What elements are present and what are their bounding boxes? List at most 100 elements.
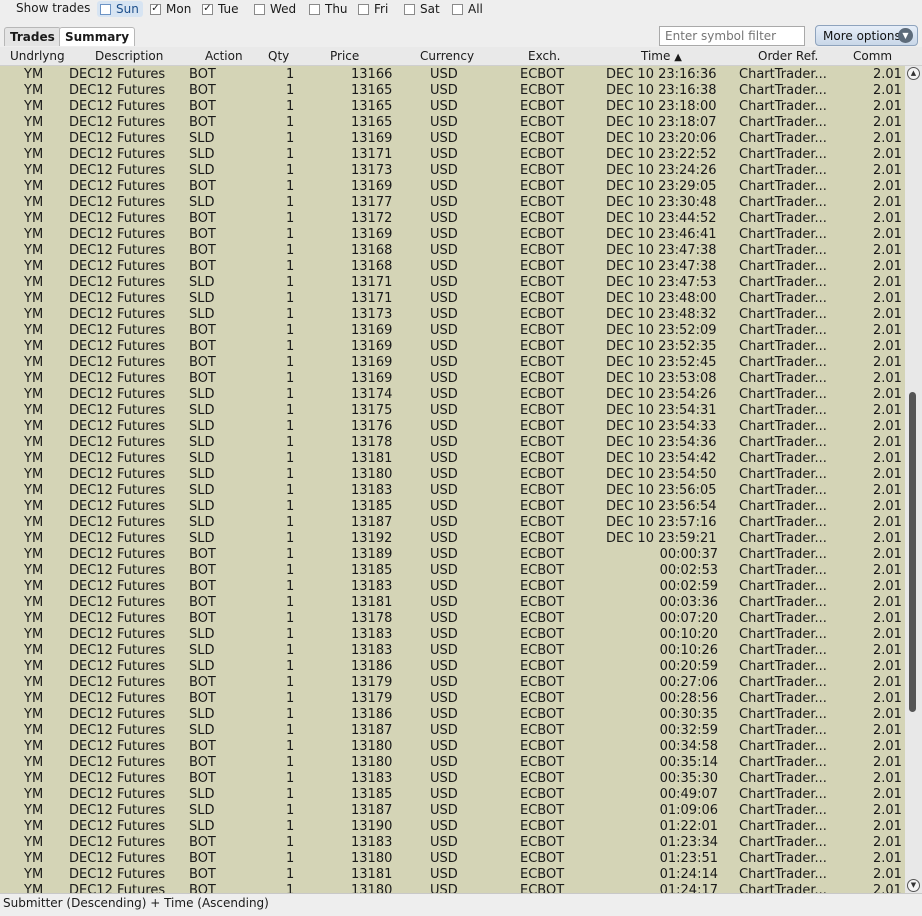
day-filter-mon[interactable]: ✓ Mon xyxy=(150,1,191,17)
column-header-comm[interactable]: Comm xyxy=(853,49,892,63)
day-checkbox-sat[interactable] xyxy=(404,3,415,15)
table-row[interactable]: YM DEC12 Futures BOT 1 13168 USD ECBOT DEC 10 2… xyxy=(0,258,905,274)
day-checkbox-sun[interactable] xyxy=(100,3,111,15)
cell-order-ref: ChartTrader... xyxy=(739,291,827,306)
table-row[interactable]: YM DEC12 Futures BOT 1 13179 USD ECBOT 00:27:06… xyxy=(0,674,905,690)
day-checkbox-mon[interactable]: ✓ xyxy=(150,3,161,15)
table-row[interactable]: YM DEC12 Futures BOT 1 13189 USD ECBOT 00:00:37… xyxy=(0,546,905,562)
table-row[interactable]: YM DEC12 Futures SLD 1 13174 USD ECBOT DEC 10 2… xyxy=(0,386,905,402)
day-filter-fri[interactable]: Fri xyxy=(358,1,388,17)
cell-time: DEC 10 23:52:35 xyxy=(606,339,717,354)
day-filter-all[interactable]: All xyxy=(452,1,483,17)
table-row[interactable]: YM DEC12 Futures BOT 1 13179 USD ECBOT 00:28:56… xyxy=(0,690,905,706)
table-row[interactable]: YM DEC12 Futures BOT 1 13180 USD ECBOT 01:24:17… xyxy=(0,882,905,893)
cell-comm: 2.01 xyxy=(873,611,902,626)
table-row[interactable]: YM DEC12 Futures BOT 1 13172 USD ECBOT DEC 10 2… xyxy=(0,210,905,226)
table-row[interactable]: YM DEC12 Futures SLD 1 13169 USD ECBOT DEC 10 2… xyxy=(0,130,905,146)
table-row[interactable]: YM DEC12 Futures SLD 1 13177 USD ECBOT DEC 10 2… xyxy=(0,194,905,210)
table-row[interactable]: YM DEC12 Futures SLD 1 13176 USD ECBOT DEC 10 2… xyxy=(0,418,905,434)
table-row[interactable]: YM DEC12 Futures SLD 1 13178 USD ECBOT DEC 10 2… xyxy=(0,434,905,450)
day-checkbox-tue[interactable]: ✓ xyxy=(202,3,213,15)
table-row[interactable]: YM DEC12 Futures SLD 1 13171 USD ECBOT DEC 10 2… xyxy=(0,290,905,306)
table-row[interactable]: YM DEC12 Futures SLD 1 13187 USD ECBOT DEC 10 2… xyxy=(0,514,905,530)
table-row[interactable]: YM DEC12 Futures SLD 1 13181 USD ECBOT DEC 10 2… xyxy=(0,450,905,466)
table-row[interactable]: YM DEC12 Futures SLD 1 13171 USD ECBOT DEC 10 2… xyxy=(0,274,905,290)
day-checkbox-fri[interactable] xyxy=(358,3,369,15)
cell-undrlyng: YM xyxy=(24,707,44,722)
table-row[interactable]: YM DEC12 Futures BOT 1 13183 USD ECBOT 00:02:59… xyxy=(0,578,905,594)
day-filter-thu[interactable]: Thu xyxy=(309,1,348,17)
day-filter-sat[interactable]: Sat xyxy=(404,1,440,17)
tab-trades[interactable]: Trades xyxy=(4,27,61,46)
cell-order-ref: ChartTrader... xyxy=(739,675,827,690)
column-header-exch[interactable]: Exch. xyxy=(528,49,561,63)
column-header-qty[interactable]: Qty xyxy=(268,49,289,63)
table-row[interactable]: YM DEC12 Futures SLD 1 13190 USD ECBOT 01:22:01… xyxy=(0,818,905,834)
cell-order-ref: ChartTrader... xyxy=(739,483,827,498)
day-checkbox-wed[interactable] xyxy=(254,3,265,15)
table-row[interactable]: YM DEC12 Futures SLD 1 13183 USD ECBOT 00:10:26… xyxy=(0,642,905,658)
day-checkbox-all[interactable] xyxy=(452,3,463,15)
table-row[interactable]: YM DEC12 Futures SLD 1 13183 USD ECBOT 00:10:20… xyxy=(0,626,905,642)
tab-summary[interactable]: Summary xyxy=(59,27,136,46)
scroll-down-icon[interactable]: ▼ xyxy=(907,879,920,892)
cell-undrlyng: YM xyxy=(24,115,44,130)
cell-description: DEC12 Futures xyxy=(69,403,166,418)
table-row[interactable]: YM DEC12 Futures SLD 1 13175 USD ECBOT DEC 10 2… xyxy=(0,402,905,418)
symbol-filter-input[interactable] xyxy=(659,26,805,46)
table-row[interactable]: YM DEC12 Futures BOT 1 13180 USD ECBOT 00:35:14… xyxy=(0,754,905,770)
column-header-time[interactable]: Time ▲ xyxy=(641,49,682,63)
more-options-button[interactable]: More options ▼ xyxy=(815,25,918,46)
table-row[interactable]: YM DEC12 Futures SLD 1 13180 USD ECBOT DEC 10 2… xyxy=(0,466,905,482)
table-row[interactable]: YM DEC12 Futures SLD 1 13173 USD ECBOT DEC 10 2… xyxy=(0,306,905,322)
day-checkbox-thu[interactable] xyxy=(309,3,320,15)
table-row[interactable]: YM DEC12 Futures BOT 1 13180 USD ECBOT 00:34:58… xyxy=(0,738,905,754)
table-row[interactable]: YM DEC12 Futures BOT 1 13166 USD ECBOT DEC 10 2… xyxy=(0,66,905,82)
table-row[interactable]: YM DEC12 Futures BOT 1 13168 USD ECBOT DEC 10 2… xyxy=(0,242,905,258)
table-row[interactable]: YM DEC12 Futures SLD 1 13185 USD ECBOT 00:49:07… xyxy=(0,786,905,802)
table-row[interactable]: YM DEC12 Futures SLD 1 13187 USD ECBOT 01:09:06… xyxy=(0,802,905,818)
table-row[interactable]: YM DEC12 Futures BOT 1 13181 USD ECBOT 00:03:36… xyxy=(0,594,905,610)
table-row[interactable]: YM DEC12 Futures BOT 1 13169 USD ECBOT DEC 10 2… xyxy=(0,338,905,354)
cell-undrlyng: YM xyxy=(24,659,44,674)
table-row[interactable]: YM DEC12 Futures SLD 1 13186 USD ECBOT 00:30:35… xyxy=(0,706,905,722)
column-header-action[interactable]: Action xyxy=(205,49,243,63)
table-row[interactable]: YM DEC12 Futures SLD 1 13173 USD ECBOT DEC 10 2… xyxy=(0,162,905,178)
table-row[interactable]: YM DEC12 Futures BOT 1 13185 USD ECBOT 00:02:53… xyxy=(0,562,905,578)
column-header-description[interactable]: Description xyxy=(95,49,163,63)
table-row[interactable]: YM DEC12 Futures SLD 1 13171 USD ECBOT DEC 10 2… xyxy=(0,146,905,162)
table-row[interactable]: YM DEC12 Futures BOT 1 13181 USD ECBOT 01:24:14… xyxy=(0,866,905,882)
table-row[interactable]: YM DEC12 Futures BOT 1 13165 USD ECBOT DEC 10 2… xyxy=(0,82,905,98)
cell-qty: 1 xyxy=(286,99,295,114)
day-filter-sun[interactable]: Sun xyxy=(97,1,143,17)
table-row[interactable]: YM DEC12 Futures BOT 1 13169 USD ECBOT DEC 10 2… xyxy=(0,354,905,370)
table-row[interactable]: YM DEC12 Futures BOT 1 13169 USD ECBOT DEC 10 2… xyxy=(0,226,905,242)
cell-action: BOT xyxy=(189,115,216,130)
cell-undrlyng: YM xyxy=(24,83,44,98)
column-header-currency[interactable]: Currency xyxy=(420,49,474,63)
table-row[interactable]: YM DEC12 Futures SLD 1 13185 USD ECBOT DEC 10 2… xyxy=(0,498,905,514)
scrollbar-thumb[interactable] xyxy=(909,392,916,712)
cell-qty: 1 xyxy=(286,275,295,290)
table-row[interactable]: YM DEC12 Futures BOT 1 13165 USD ECBOT DEC 10 2… xyxy=(0,114,905,130)
scroll-up-icon[interactable]: ▲ xyxy=(907,67,920,80)
column-header-price[interactable]: Price xyxy=(330,49,359,63)
vertical-scrollbar[interactable]: ▲ ▼ xyxy=(905,66,922,893)
table-row[interactable]: YM DEC12 Futures BOT 1 13178 USD ECBOT 00:07:20… xyxy=(0,610,905,626)
table-row[interactable]: YM DEC12 Futures BOT 1 13169 USD ECBOT DEC 10 2… xyxy=(0,322,905,338)
column-header-undrlyng[interactable]: Undrlyng xyxy=(10,49,65,63)
table-row[interactable]: YM DEC12 Futures BOT 1 13183 USD ECBOT 01:23:34… xyxy=(0,834,905,850)
column-header-order-ref[interactable]: Order Ref. xyxy=(758,49,818,63)
cell-order-ref: ChartTrader... xyxy=(739,819,827,834)
table-row[interactable]: YM DEC12 Futures BOT 1 13169 USD ECBOT DEC 10 2… xyxy=(0,178,905,194)
table-row[interactable]: YM DEC12 Futures SLD 1 13183 USD ECBOT DEC 10 2… xyxy=(0,482,905,498)
table-row[interactable]: YM DEC12 Futures BOT 1 13183 USD ECBOT 00:35:30… xyxy=(0,770,905,786)
day-filter-wed[interactable]: Wed xyxy=(254,1,296,17)
day-filter-tue[interactable]: ✓ Tue xyxy=(202,1,239,17)
table-row[interactable]: YM DEC12 Futures BOT 1 13169 USD ECBOT DEC 10 2… xyxy=(0,370,905,386)
table-row[interactable]: YM DEC12 Futures BOT 1 13180 USD ECBOT 01:23:51… xyxy=(0,850,905,866)
table-row[interactable]: YM DEC12 Futures SLD 1 13187 USD ECBOT 00:32:59… xyxy=(0,722,905,738)
table-row[interactable]: YM DEC12 Futures BOT 1 13165 USD ECBOT DEC 10 2… xyxy=(0,98,905,114)
table-row[interactable]: YM DEC12 Futures SLD 1 13186 USD ECBOT 00:20:59… xyxy=(0,658,905,674)
table-row[interactable]: YM DEC12 Futures SLD 1 13192 USD ECBOT DEC 10 2… xyxy=(0,530,905,546)
